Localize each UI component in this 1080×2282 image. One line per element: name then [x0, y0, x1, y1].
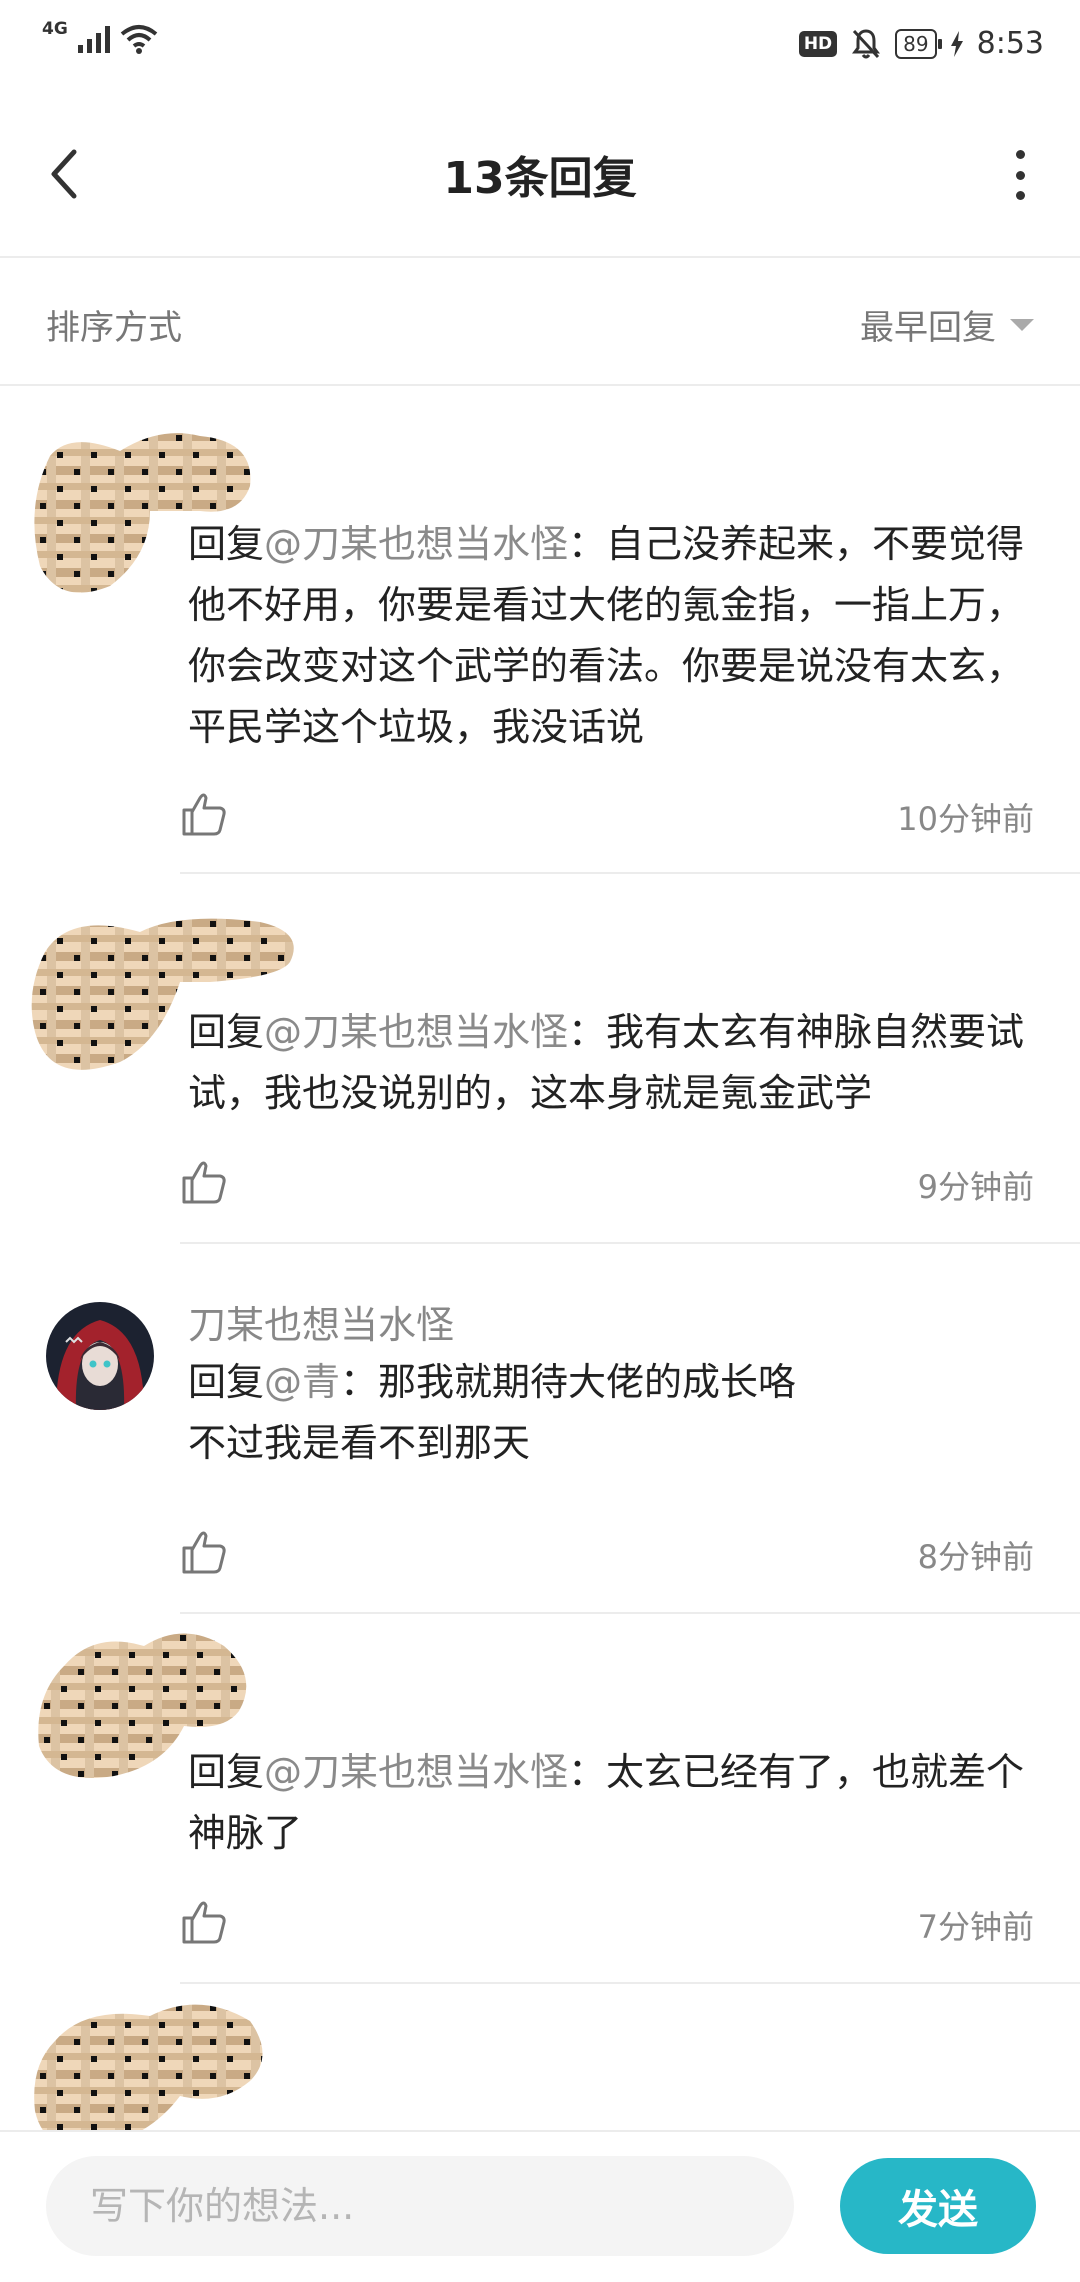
- comment-item: 刀某也想当水怪 回复@青：那我就期待大佬的成长咯 不过我是看不到那天 8分钟前: [0, 1246, 1080, 1614]
- send-button[interactable]: 发送: [840, 2158, 1036, 2254]
- reply-prefix: 回复: [188, 1360, 265, 1404]
- comment-time: 10分钟前: [897, 800, 1034, 838]
- comment-item: 回复@刀某也想当水怪：我有太玄有神脉自然要试试，我也没说别的，这本身就是氪金武学…: [0, 876, 1080, 1244]
- network-type: 4G: [42, 19, 68, 39]
- comment-list: 回复@刀某也想当水怪：自己没养起来，不要觉得他不好用，你要是看过大佬的氪金指，一…: [0, 386, 1080, 2130]
- more-dot: [1015, 150, 1025, 159]
- more-dot: [1015, 170, 1025, 180]
- reply-prefix: 回复: [188, 1750, 265, 1794]
- like-button[interactable]: [180, 1158, 228, 1206]
- thumbs-up-icon: [182, 1901, 226, 1944]
- mention-link[interactable]: @刀某也想当水怪: [264, 1750, 568, 1794]
- clock: 8:53: [976, 26, 1044, 61]
- divider: [180, 1612, 1080, 1614]
- comment-time: 8分钟前: [917, 1538, 1034, 1576]
- more-dot: [1015, 191, 1025, 200]
- comment-item: 回复@刀某也想当水怪：自己没养起来，不要觉得他不好用，你要是看过大佬的氪金指，一…: [0, 386, 1080, 874]
- hd-badge: HD: [798, 30, 838, 57]
- comment-username[interactable]: 刀某也想当水怪: [188, 1294, 454, 1349]
- sort-label: 排序方式: [46, 308, 182, 348]
- page-title: 13条回复: [443, 153, 637, 204]
- like-button[interactable]: [180, 1528, 228, 1576]
- sort-bar: 排序方式 最早回复: [0, 258, 1080, 386]
- more-options-button[interactable]: [1010, 150, 1030, 200]
- comment-item: 回复@刀某也想当水怪：太玄已经有了，也就差个神脉了 7分钟前: [0, 1616, 1080, 1984]
- divider: [180, 1242, 1080, 1244]
- thumbs-up-icon: [182, 793, 226, 836]
- status-bar: 4G HD 89 8:53: [0, 0, 1080, 90]
- mention-link[interactable]: @刀某也想当水怪: [264, 522, 568, 566]
- comment-input-bar: 发送: [0, 2130, 1080, 2282]
- sort-dropdown[interactable]: 最早回复: [860, 300, 1034, 349]
- sort-selected-value: 最早回复: [860, 308, 996, 348]
- mute-bell-icon: [852, 28, 881, 58]
- wifi-icon: [120, 25, 158, 54]
- like-button[interactable]: [180, 1898, 228, 1946]
- divider: [180, 1982, 1080, 1984]
- comment-item: [0, 1986, 1080, 2130]
- thumbs-up-icon: [182, 1531, 226, 1574]
- battery-indicator: 89: [895, 28, 943, 59]
- signal-icon: [77, 25, 110, 53]
- comment-text: 回复@刀某也想当水怪：自己没养起来，不要觉得他不好用，你要是看过大佬的氪金指，一…: [188, 514, 1034, 758]
- comment-text: 回复@刀某也想当水怪：太玄已经有了，也就差个神脉了: [188, 1742, 1034, 1864]
- mention-link[interactable]: @刀某也想当水怪: [264, 1010, 568, 1054]
- comment-text: 回复@刀某也想当水怪：我有太玄有神脉自然要试试，我也没说别的，这本身就是氪金武学: [188, 1002, 1034, 1124]
- avatar[interactable]: [46, 1302, 154, 1410]
- divider: [180, 872, 1080, 874]
- comment-line: 回复@青：那我就期待大佬的成长咯: [188, 1352, 1034, 1413]
- avatar[interactable]: [30, 1996, 270, 2130]
- comment-input[interactable]: [46, 2156, 794, 2256]
- comment-time: 7分钟前: [917, 1908, 1034, 1946]
- mention-link[interactable]: @青: [264, 1360, 340, 1404]
- charging-bolt-icon: [950, 30, 963, 57]
- comment-time: 9分钟前: [917, 1168, 1034, 1206]
- comment-text: 回复@青：那我就期待大佬的成长咯 不过我是看不到那天: [188, 1352, 1034, 1474]
- caret-down-icon: [1010, 318, 1034, 331]
- reply-prefix: 回复: [188, 522, 265, 566]
- header: 13条回复: [0, 90, 1080, 258]
- like-button[interactable]: [180, 790, 228, 838]
- thumbs-up-icon: [182, 1161, 226, 1204]
- reply-prefix: 回复: [188, 1010, 265, 1054]
- comment-body-line2: 不过我是看不到那天: [188, 1421, 531, 1465]
- comment-body: ：那我就期待大佬的成长咯: [340, 1360, 797, 1404]
